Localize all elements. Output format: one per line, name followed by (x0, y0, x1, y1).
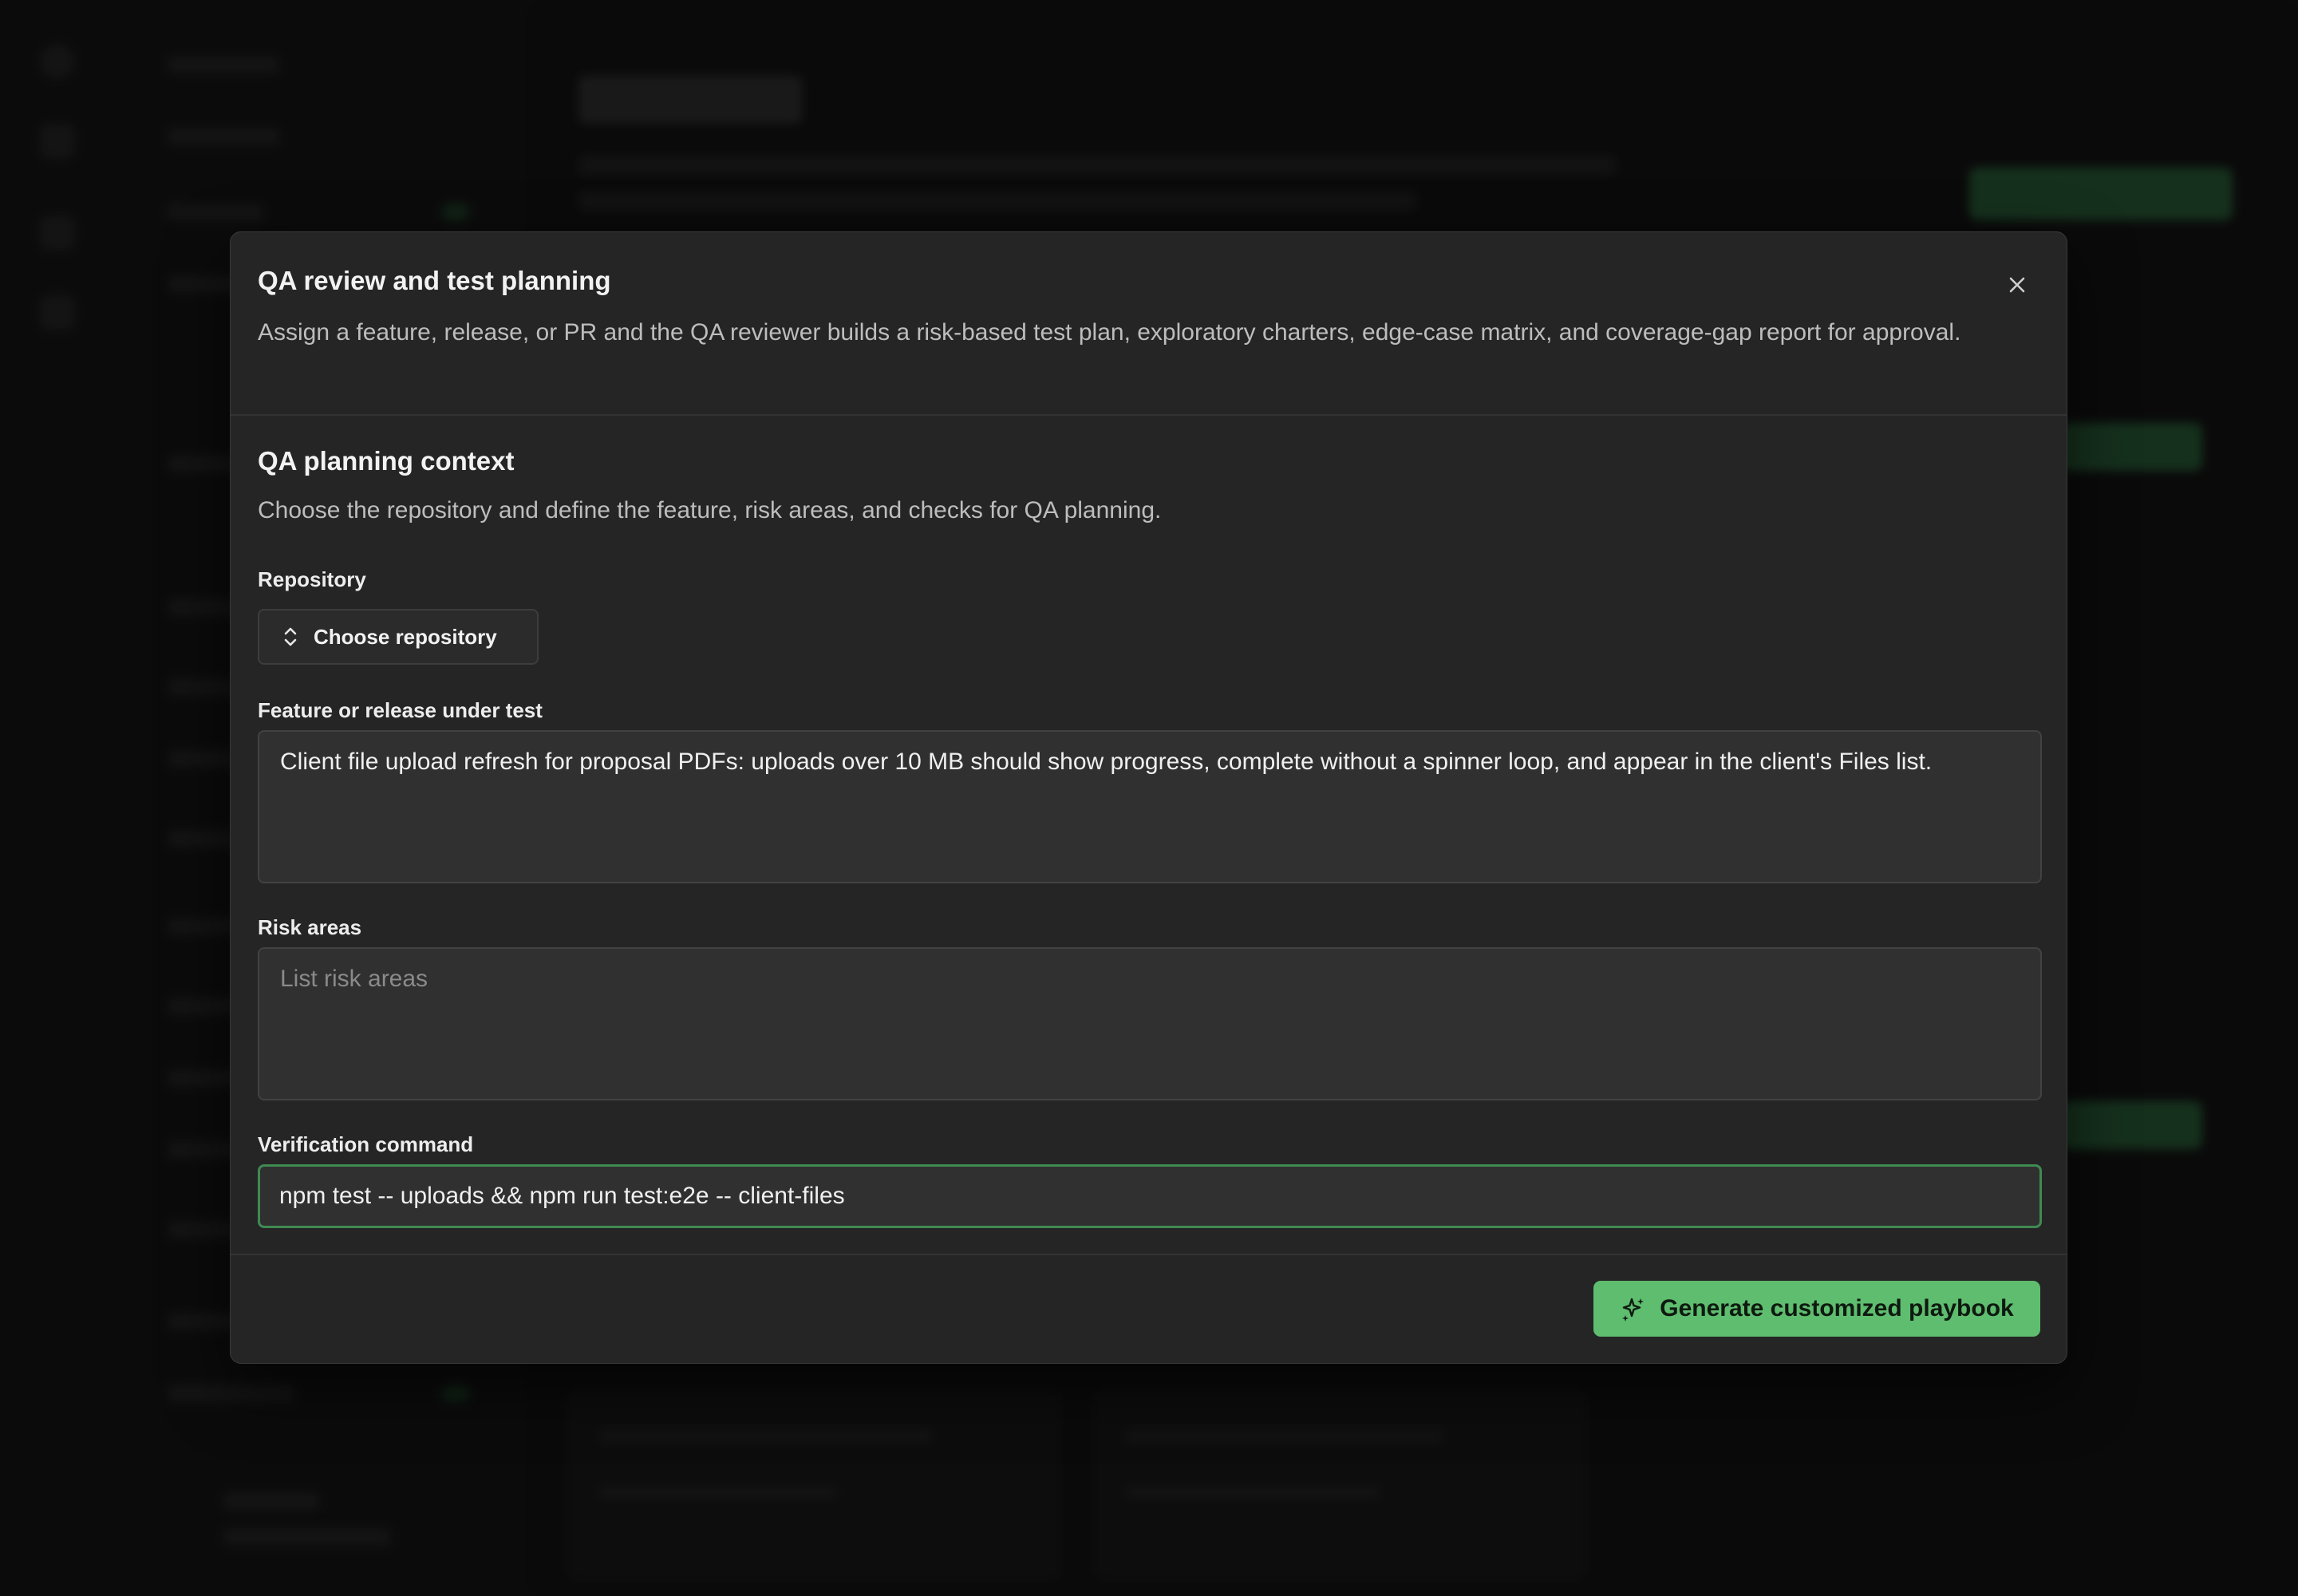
feature-label: Feature or release under test (258, 698, 543, 722)
choose-repository-button[interactable]: Choose repository (258, 609, 539, 665)
repository-label: Repository (258, 567, 366, 591)
risk-areas-textarea[interactable]: List risk areas (258, 947, 2042, 1100)
section-description: Choose the repository and define the fea… (258, 497, 1162, 523)
dialog-title: QA review and test planning (258, 266, 611, 295)
feature-textarea[interactable]: Client file upload refresh for proposal … (258, 730, 2042, 883)
verification-command-input[interactable]: npm test -- uploads && npm run test:e2e … (258, 1164, 2042, 1228)
qa-planning-dialog: QA review and test planning Assign a fea… (230, 231, 2067, 1364)
chevron-up-down-icon (284, 627, 297, 646)
dialog-header: QA review and test planning Assign a fea… (231, 232, 2067, 416)
footer-divider (231, 1254, 2067, 1255)
generate-playbook-button[interactable]: Generate customized playbook (1593, 1281, 2040, 1337)
generate-playbook-label: Generate customized playbook (1660, 1295, 2014, 1321)
verification-command-label: Verification command (258, 1132, 474, 1156)
risk-areas-label: Risk areas (258, 915, 362, 939)
choose-repository-label: Choose repository (314, 624, 497, 649)
close-icon (2009, 277, 2025, 293)
section-title: QA planning context (258, 446, 515, 476)
dialog-description: Assign a feature, release, or PR and the… (258, 319, 1961, 346)
sparkles-icon (1622, 1298, 1645, 1321)
close-button[interactable] (2000, 267, 2035, 302)
